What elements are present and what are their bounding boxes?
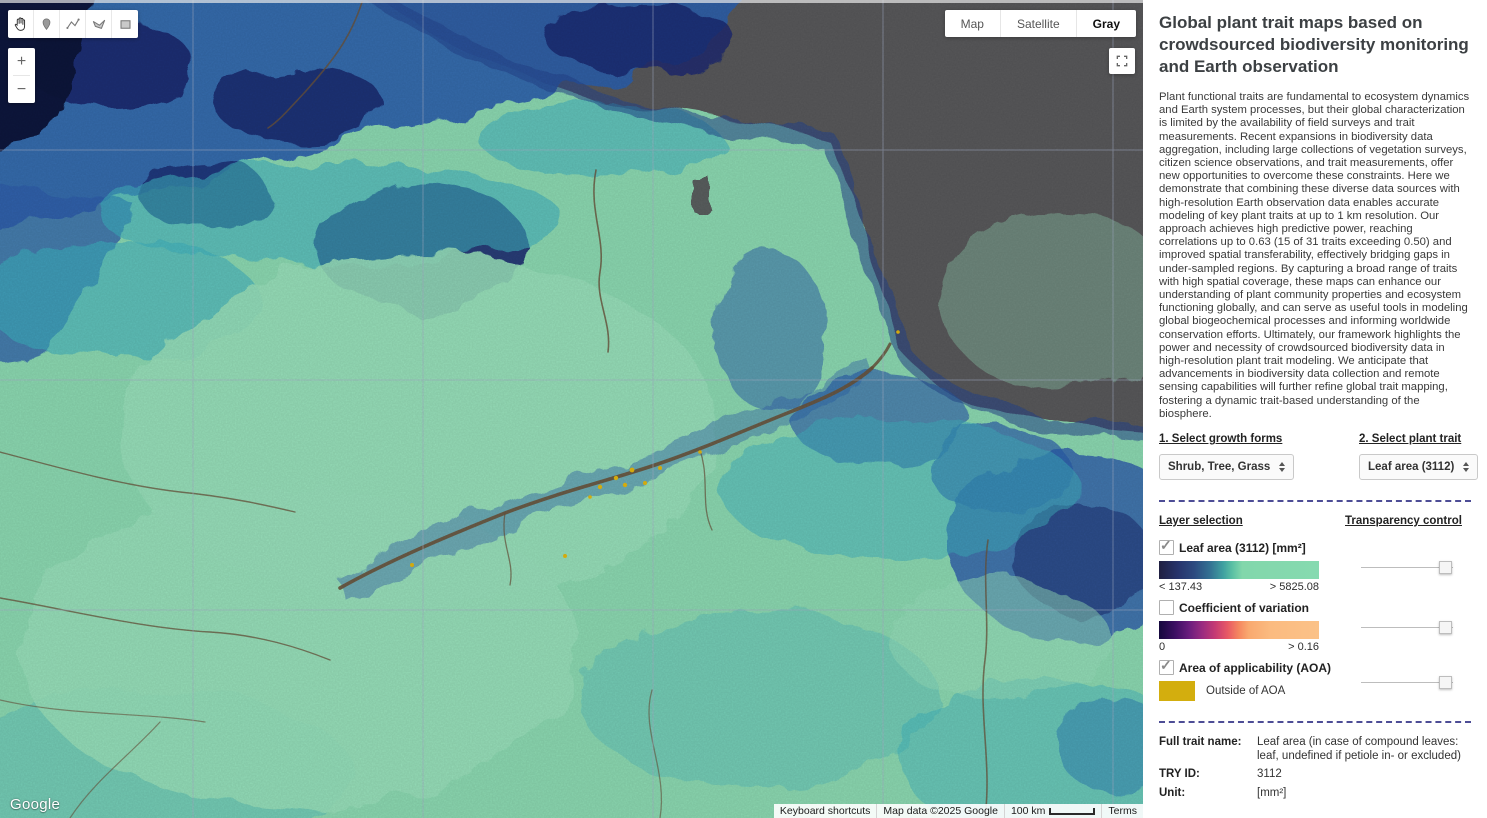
base-layer-switcher: Map Satellite Gray (945, 10, 1136, 37)
base-layer-satellite[interactable]: Satellite (1000, 10, 1076, 37)
slider-handle[interactable] (1439, 676, 1452, 689)
leaf-area-max-label: > 5825.08 (1270, 581, 1319, 593)
fullscreen-button[interactable] (1109, 48, 1135, 74)
google-logo[interactable]: Google (10, 796, 60, 813)
coef-variation-min-label: 0 (1159, 641, 1165, 653)
marker-tool-button[interactable] (34, 10, 60, 38)
abstract-text: Plant functional traits are fundamental … (1159, 91, 1471, 421)
growth-forms-label: 1. Select growth forms (1159, 433, 1359, 445)
draw-toolbar (8, 10, 138, 38)
scale-label: 100 km (1011, 805, 1045, 817)
transparency-slider-coef-variation[interactable] (1361, 621, 1453, 634)
try-id-label: TRY ID: (1159, 768, 1257, 782)
hand-icon (12, 16, 29, 33)
trait-map-raster[interactable] (0, 0, 1143, 818)
zoom-out-button[interactable]: − (8, 76, 35, 103)
transparency-slider-leaf-area[interactable] (1361, 561, 1453, 574)
scale-bar (1049, 808, 1095, 815)
spinner-arrows-icon (1463, 462, 1469, 472)
transparency-slider-aoa[interactable] (1361, 676, 1453, 689)
map-top-edge (0, 0, 1143, 3)
zoom-in-button[interactable]: + (8, 48, 35, 75)
spinner-arrows-icon (1279, 462, 1285, 472)
coef-variation-layer-label: Coefficient of variation (1179, 601, 1309, 615)
plant-trait-label: 2. Select plant trait (1359, 433, 1478, 445)
slider-handle[interactable] (1439, 621, 1452, 634)
plant-trait-value: Leaf area (3112) (1368, 461, 1454, 473)
try-id-value: 3112 (1257, 768, 1471, 782)
zoom-control: + − (8, 48, 35, 103)
growth-forms-select[interactable]: Shrub, Tree, Grass (1159, 454, 1294, 480)
rectangle-tool-button[interactable] (112, 10, 138, 38)
leaf-area-colorbar (1159, 561, 1319, 579)
polygon-icon (91, 16, 107, 32)
leaf-area-checkbox[interactable] (1159, 540, 1174, 555)
aoa-checkbox[interactable] (1159, 660, 1174, 675)
map-attribution: Keyboard shortcuts Map data ©2025 Google… (774, 804, 1143, 818)
unit-label: Unit: (1159, 787, 1257, 801)
trait-info-section: Full trait name: Leaf area (in case of c… (1159, 736, 1471, 800)
leaf-area-layer-label: Leaf area (3112) [mm²] (1179, 541, 1306, 555)
aoa-layer-label: Area of applicability (AOA) (1179, 661, 1331, 675)
terms-link[interactable]: Terms (1101, 804, 1143, 818)
polygon-tool-button[interactable] (86, 10, 112, 38)
full-trait-name-label: Full trait name: (1159, 736, 1257, 763)
map-scale[interactable]: 100 km (1004, 804, 1101, 818)
layer-row-coef-variation: Coefficient of variation 0 > 0.16 (1159, 600, 1471, 653)
unit-value: [mm²] (1257, 787, 1471, 801)
layer-row-leaf-area: Leaf area (3112) [mm²] < 137.43 > 5825.0… (1159, 540, 1471, 593)
layer-row-aoa: Area of applicability (AOA) Outside of A… (1159, 660, 1471, 701)
outside-aoa-swatch (1159, 681, 1195, 701)
page-title: Global plant trait maps based on crowdso… (1159, 12, 1471, 78)
full-trait-name-value: Leaf area (in case of compound leaves: l… (1257, 736, 1471, 763)
polyline-icon (65, 16, 81, 32)
coef-variation-colorbar (1159, 621, 1319, 639)
map-data-attribution: Map data ©2025 Google (876, 804, 1004, 818)
growth-forms-value: Shrub, Tree, Grass (1168, 461, 1270, 473)
sidebar: Global plant trait maps based on crowdso… (1143, 0, 1487, 818)
base-layer-gray[interactable]: Gray (1076, 10, 1136, 37)
section-divider (1159, 721, 1471, 723)
leaf-area-min-label: < 137.43 (1159, 581, 1202, 593)
rectangle-icon (118, 17, 133, 32)
pan-tool-button[interactable] (8, 10, 34, 38)
marker-icon (39, 17, 54, 32)
app-window: + − Map Satellite Gray Google Keyboard s… (0, 0, 1487, 818)
plant-trait-select[interactable]: Leaf area (3112) (1359, 454, 1478, 480)
base-layer-map[interactable]: Map (945, 10, 1000, 37)
outside-aoa-label: Outside of AOA (1206, 685, 1285, 697)
section-divider (1159, 500, 1471, 502)
layer-selection-heading: Layer selection (1159, 515, 1345, 527)
coef-variation-checkbox[interactable] (1159, 600, 1174, 615)
polyline-tool-button[interactable] (60, 10, 86, 38)
slider-handle[interactable] (1439, 561, 1452, 574)
transparency-control-heading: Transparency control (1345, 515, 1471, 527)
layer-section-headers: Layer selection Transparency control (1159, 515, 1471, 527)
map-area[interactable]: + − Map Satellite Gray Google Keyboard s… (0, 0, 1143, 818)
selector-section: 1. Select growth forms Shrub, Tree, Gras… (1159, 433, 1471, 480)
raster-grain (0, 0, 1143, 818)
coef-variation-max-label: > 0.16 (1288, 641, 1319, 653)
fullscreen-icon (1114, 53, 1130, 69)
keyboard-shortcuts-button[interactable]: Keyboard shortcuts (774, 804, 876, 818)
